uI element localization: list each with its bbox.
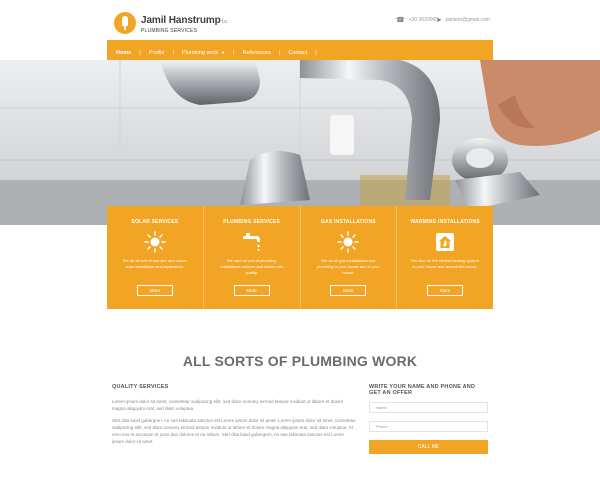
faucet-photo xyxy=(0,60,600,225)
nav-item-profile[interactable]: Profile xyxy=(149,50,165,56)
form-heading: WRITE YOUR NAME AND PHONE AND GET AN OFF… xyxy=(369,384,476,396)
logo[interactable]: Jamil Hanstrumpf.c. PLUMBING SERVICES xyxy=(114,11,228,34)
phone-icon: ☎ xyxy=(396,17,405,24)
contact-email[interactable]: ➤ jamiem@gmail.com xyxy=(436,16,490,24)
more-button[interactable]: More xyxy=(136,285,173,296)
section-heading: QUALITY SERVICES xyxy=(112,384,169,390)
body-text: Lorem ipsum dolor sit amet, consetetur s… xyxy=(112,399,344,411)
nav-separator: | xyxy=(139,49,141,56)
offer-form: WRITE YOUR NAME AND PHONE AND GET AN OFF… xyxy=(369,384,488,454)
service-description: We also do the central heating system in… xyxy=(411,258,479,269)
hero-image xyxy=(0,60,600,225)
nav-item-references[interactable]: References xyxy=(243,50,271,56)
paper-plane-icon: ➤ xyxy=(436,17,442,24)
service-title: PLUMBING SERVICES xyxy=(223,219,280,225)
logo-suffix: f.c. xyxy=(221,19,229,25)
nav-label: Plumbing work xyxy=(182,49,219,56)
top-header: Jamil Hanstrumpf.c. PLUMBING SERVICES ☎ … xyxy=(0,0,600,40)
chevron-down-icon: ▼ xyxy=(221,50,226,55)
service-title: SOLAR SERVICES xyxy=(131,219,179,225)
service-description: We do all sort of sun dior and indoor so… xyxy=(122,258,187,269)
nav-separator: | xyxy=(278,49,281,56)
nav-separator: | xyxy=(172,49,174,56)
phone-field[interactable]: Phone xyxy=(369,421,488,432)
logo-name: Jamil Hanstrump xyxy=(141,15,221,26)
more-button[interactable]: More xyxy=(330,285,367,296)
service-card: WARMING INSTALLATIONS We also do the cen… xyxy=(397,206,493,309)
email-text: jamiem@gmail.com xyxy=(445,17,490,23)
more-button[interactable]: More xyxy=(427,285,464,296)
service-card: GAS INSTALLATIONS We do all gas installa… xyxy=(300,206,398,309)
nav-item-home[interactable]: Home xyxy=(116,50,131,56)
name-field[interactable]: Name xyxy=(369,402,488,413)
faucet-logo-icon xyxy=(114,11,136,34)
sun-icon xyxy=(144,231,166,253)
more-button[interactable]: More xyxy=(233,285,270,296)
service-card: PLUMBING SERVICES We care all sort of pl… xyxy=(203,206,301,309)
contact-phone[interactable]: ☎ +30 0020000 xyxy=(396,16,438,24)
nav-item-contact[interactable]: Contact xyxy=(288,50,307,56)
logo-tagline: PLUMBING SERVICES xyxy=(141,28,198,34)
service-description: We do all gas installations and plumbing… xyxy=(317,258,380,275)
service-title: GAS INSTALLATIONS xyxy=(320,219,376,225)
nav-item-plumbing-work[interactable]: Plumbing work ▼ xyxy=(182,50,225,56)
body-text: Stet clita kasd gubergren, no sea takima… xyxy=(112,418,356,444)
service-card: SOLAR SERVICES We do all sort of sun dio… xyxy=(107,206,204,309)
logo-text: Jamil Hanstrumpf.c. PLUMBING SERVICES xyxy=(141,11,228,34)
nav-separator: | xyxy=(315,49,317,56)
phone-text: +30 0020000 xyxy=(408,17,439,23)
services-row: SOLAR SERVICES We do all sort of sun dio… xyxy=(107,206,493,309)
house-flame-icon xyxy=(436,233,455,251)
page-title: ALL SORTS OF PLUMBING WORK xyxy=(182,353,418,369)
call-me-button[interactable]: CALL ME xyxy=(369,440,488,454)
service-title: WARMING INSTALLATIONS xyxy=(410,219,480,225)
sun-icon xyxy=(337,231,360,253)
faucet-icon xyxy=(242,233,260,251)
nav-separator: | xyxy=(233,49,235,56)
service-description: We care all sort of plumbing installatio… xyxy=(219,258,284,275)
quality-services-section: QUALITY SERVICES Lorem ipsum dolor sit a… xyxy=(112,384,357,450)
